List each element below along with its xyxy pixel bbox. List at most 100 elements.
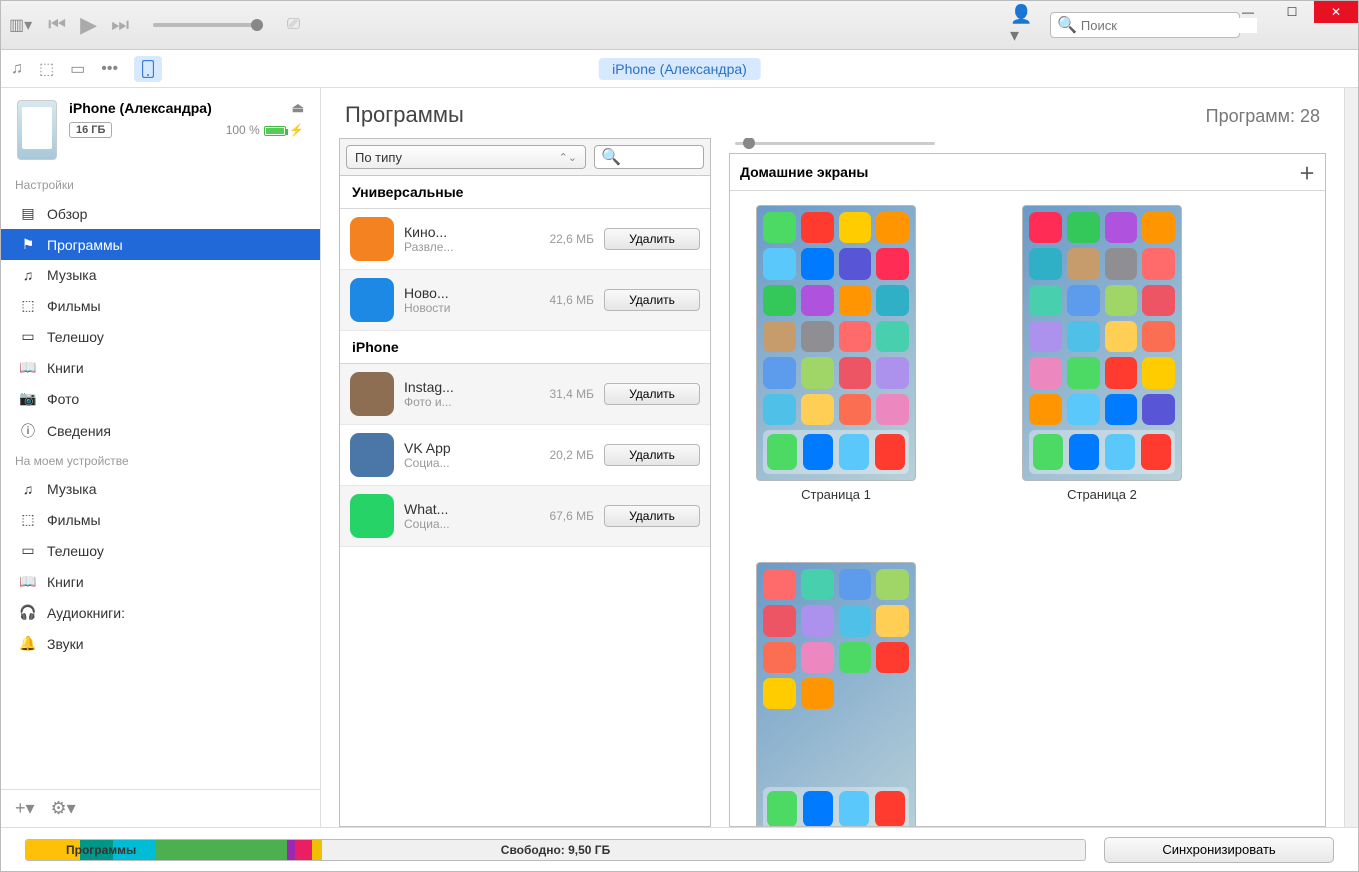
homescreen-app-icon bbox=[763, 248, 796, 279]
sidebar-icon: ⓘ bbox=[19, 421, 37, 441]
minimize-button[interactable]: — bbox=[1226, 1, 1270, 23]
eject-icon[interactable]: ⏏ bbox=[292, 100, 304, 116]
airplay-icon[interactable]: ⎚ bbox=[287, 16, 300, 34]
homescreen-app-icon bbox=[876, 394, 909, 425]
next-track-icon[interactable]: ⏭ bbox=[111, 14, 129, 37]
homescreen-app-icon bbox=[839, 605, 872, 636]
homescreen-app-icon bbox=[839, 751, 872, 782]
home-screen-page[interactable] bbox=[748, 562, 924, 826]
app-name: Ново... bbox=[404, 285, 528, 301]
remove-button[interactable]: Удалить bbox=[604, 505, 700, 527]
sidebar-device-item-Музыка[interactable]: ♫Музыка bbox=[1, 474, 320, 504]
app-category: Социа... bbox=[404, 517, 528, 531]
sync-button[interactable]: Синхронизировать bbox=[1104, 837, 1334, 863]
dock-app-icon bbox=[1033, 434, 1063, 470]
homescreen-app-icon bbox=[876, 605, 909, 636]
sidebar-device-item-Аудиокниги:[interactable]: 🎧 Аудиокниги: bbox=[1, 597, 320, 628]
sidebar-toggle-icon[interactable]: ▥▾ bbox=[9, 15, 32, 35]
app-name: Instag... bbox=[404, 379, 528, 395]
maximize-button[interactable]: ☐ bbox=[1270, 1, 1314, 23]
sidebar-item-Книги[interactable]: 📖Книги bbox=[1, 352, 320, 383]
dock bbox=[763, 787, 909, 826]
homescreen-app-icon bbox=[1105, 285, 1138, 316]
homescreen-app-icon bbox=[1067, 394, 1100, 425]
sidebar-item-Программы[interactable]: ⚑Программы bbox=[1, 229, 320, 260]
sidebar-icon: ▭ bbox=[19, 328, 37, 345]
sidebar-icon: 🎧 bbox=[19, 604, 37, 621]
sidebar-device-item-Телешоу[interactable]: ▭Телешоу bbox=[1, 535, 320, 566]
homescreen-app-icon bbox=[839, 321, 872, 352]
storage-badge: 16 ГБ bbox=[69, 122, 112, 138]
page-title: Программы bbox=[345, 102, 464, 128]
homescreen-app-icon bbox=[876, 212, 909, 243]
gear-icon[interactable]: ⚙▾ bbox=[51, 798, 76, 819]
prev-track-icon[interactable]: ⏮ bbox=[48, 14, 66, 37]
apps-search-input[interactable] bbox=[621, 150, 697, 164]
home-screen-page[interactable]: Страница 1 bbox=[748, 205, 924, 502]
remove-button[interactable]: Удалить bbox=[604, 383, 700, 405]
volume-slider[interactable] bbox=[153, 23, 263, 27]
sidebar-item-label: Аудиокниги: bbox=[47, 605, 125, 621]
app-row[interactable]: VK App Социа... 20,2 МБ Удалить bbox=[340, 425, 710, 486]
zoom-slider[interactable] bbox=[735, 142, 935, 145]
home-screens-header: Домашние экраны bbox=[740, 164, 868, 180]
app-row[interactable]: Кино... Развле... 22,6 МБ Удалить bbox=[340, 209, 710, 270]
chevron-updown-icon: ⌃⌄ bbox=[559, 151, 577, 164]
sidebar-item-Музыка[interactable]: ♫Музыка bbox=[1, 260, 320, 290]
account-icon[interactable]: 👤▾ bbox=[1010, 12, 1040, 38]
app-size: 31,4 МБ bbox=[538, 387, 594, 401]
more-library-icon[interactable]: ••• bbox=[101, 60, 118, 78]
homescreen-app-icon bbox=[1029, 321, 1062, 352]
app-category: Новости bbox=[404, 301, 528, 315]
sidebar-item-Телешоу[interactable]: ▭Телешоу bbox=[1, 321, 320, 352]
remove-button[interactable]: Удалить bbox=[604, 228, 700, 250]
homescreen-app-icon bbox=[1142, 394, 1175, 425]
homescreen-app-icon bbox=[839, 285, 872, 316]
music-library-icon[interactable]: ♫ bbox=[11, 60, 23, 78]
screen-label: Страница 1 bbox=[801, 487, 871, 502]
home-screen-page[interactable]: Страница 2 bbox=[1014, 205, 1190, 502]
window-scrollbar[interactable] bbox=[1344, 88, 1358, 827]
sidebar-item-Обзор[interactable]: ▤Обзор bbox=[1, 198, 320, 229]
app-icon bbox=[350, 278, 394, 322]
sidebar-item-Фильмы[interactable]: ⬚Фильмы bbox=[1, 290, 320, 321]
homescreen-app-icon bbox=[1142, 248, 1175, 279]
app-row[interactable]: What... Социа... 67,6 МБ Удалить bbox=[340, 486, 710, 547]
device-tab-icon[interactable] bbox=[134, 56, 162, 82]
homescreen-app-icon bbox=[1142, 357, 1175, 388]
battery-icon bbox=[264, 126, 286, 136]
add-screen-icon[interactable]: ＋ bbox=[1299, 160, 1315, 184]
sidebar-item-Сведения[interactable]: ⓘСведения bbox=[1, 414, 320, 448]
sidebar-device-item-Фильмы[interactable]: ⬚Фильмы bbox=[1, 504, 320, 535]
sidebar-icon: ⚑ bbox=[19, 236, 37, 253]
homescreen-app-icon bbox=[876, 321, 909, 352]
movies-library-icon[interactable]: ⬚ bbox=[39, 59, 54, 79]
search-input[interactable]: 🔍 bbox=[1050, 12, 1240, 38]
sidebar-icon: ⬚ bbox=[19, 297, 37, 314]
sidebar-device-item-Книги[interactable]: 📖Книги bbox=[1, 566, 320, 597]
sidebar-item-label: Музыка bbox=[47, 267, 97, 283]
sort-select[interactable]: По типу ⌃⌄ bbox=[346, 145, 586, 169]
apps-search[interactable]: 🔍 bbox=[594, 145, 704, 169]
sidebar-icon: ▤ bbox=[19, 205, 37, 222]
sidebar-item-label: Книги bbox=[47, 360, 84, 376]
close-button[interactable]: ✕ bbox=[1314, 1, 1358, 23]
homescreen-app-icon bbox=[1029, 357, 1062, 388]
sidebar-item-Фото[interactable]: 📷Фото bbox=[1, 383, 320, 414]
homescreen-app-icon bbox=[876, 569, 909, 600]
homescreen-app-icon bbox=[839, 569, 872, 600]
play-icon[interactable]: ▶ bbox=[80, 12, 97, 38]
remove-button[interactable]: Удалить bbox=[604, 444, 700, 466]
homescreen-app-icon bbox=[801, 642, 834, 673]
homescreen-app-icon bbox=[763, 751, 796, 782]
device-pill[interactable]: iPhone (Александра) bbox=[598, 58, 761, 80]
app-row[interactable]: Ново... Новости 41,6 МБ Удалить bbox=[340, 270, 710, 331]
tv-library-icon[interactable]: ▭ bbox=[70, 59, 85, 79]
sidebar-device-item-Звуки[interactable]: 🔔Звуки bbox=[1, 628, 320, 659]
app-row[interactable]: Instag... Фото и... 31,4 МБ Удалить bbox=[340, 364, 710, 425]
app-name: Кино... bbox=[404, 224, 528, 240]
add-playlist-icon[interactable]: +▾ bbox=[15, 798, 35, 819]
homescreen-app-icon bbox=[763, 394, 796, 425]
storage-segment bbox=[287, 840, 296, 860]
remove-button[interactable]: Удалить bbox=[604, 289, 700, 311]
